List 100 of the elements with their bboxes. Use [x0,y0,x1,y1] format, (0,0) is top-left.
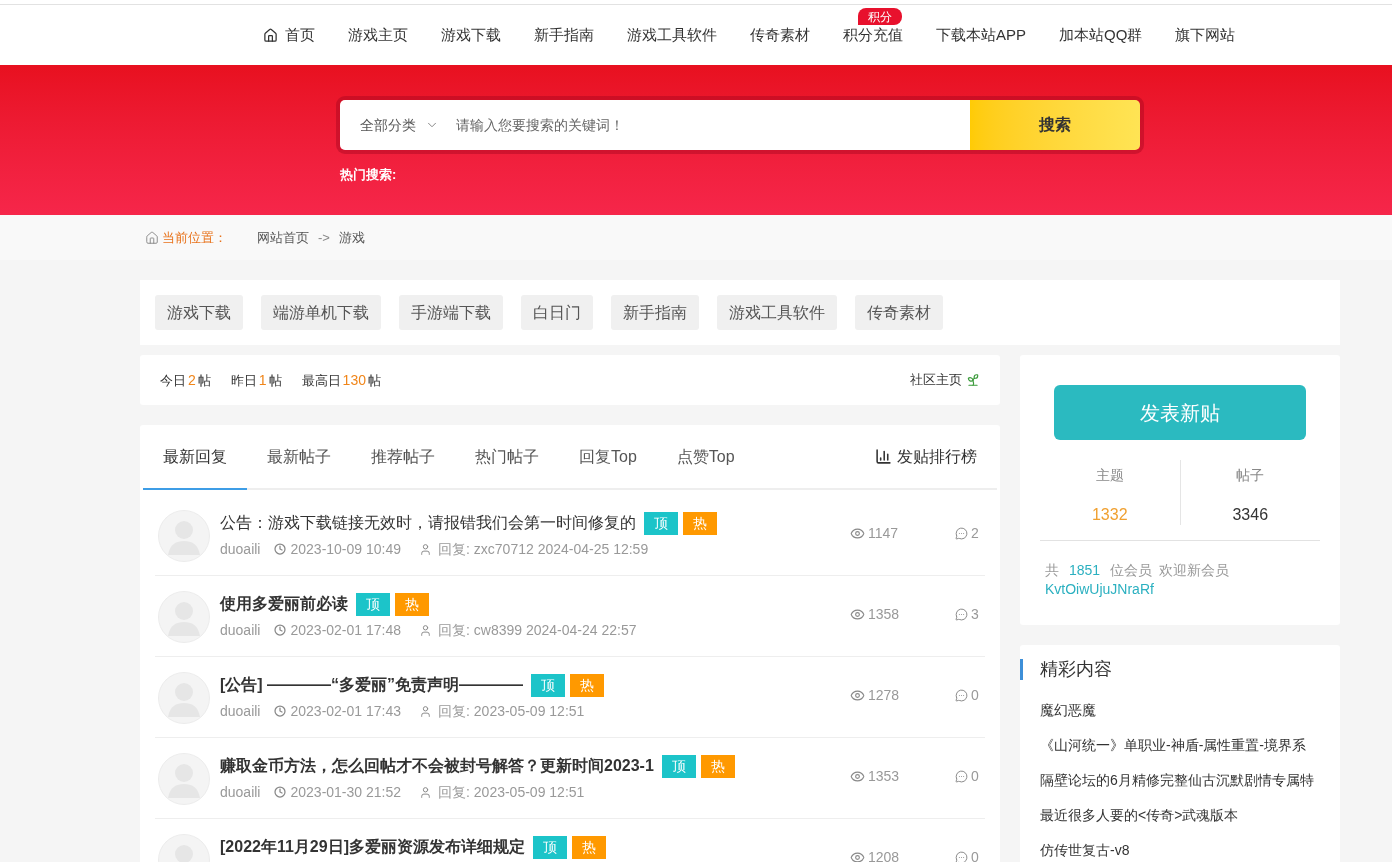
nav-link[interactable]: 首页 [263,23,315,47]
nav-link[interactable]: 积分充值 [843,23,903,47]
tab[interactable]: 最新帖子 [247,425,351,490]
ranking-link[interactable]: 发贴排行榜 [875,425,997,488]
user-icon [419,785,433,799]
eye-icon [850,525,865,541]
post-badge: 热 [395,592,429,616]
category-tag[interactable]: 游戏工具软件 [717,295,837,330]
post-title[interactable]: 赚取金币方法，怎么回帖才不会被封号解答？更新时间2023-1 [220,755,654,777]
avatar-icon [158,753,210,805]
category-tag[interactable]: 端游单机下载 [261,295,381,330]
nav-link[interactable]: 旗下网站 [1175,23,1236,47]
featured-title: 精彩内容 [1020,659,1340,680]
post-title[interactable]: [2022年11月29日]多爱丽资源发布详细规定 [220,836,525,858]
post-time: 2023-02-01 17:43 [290,701,402,721]
nav-link[interactable]: 游戏主页 [348,23,408,47]
reply-count: 2 [971,523,979,543]
featured-link[interactable]: 隔壁论坛的6月精修完整仙古沉默剧情专属特 [1040,763,1314,798]
count-label: 主题 [1095,466,1124,485]
post-count-stat: 今日 2 帖 [160,370,211,390]
tab[interactable]: 回复Top [559,425,657,490]
tab[interactable]: 点赞Top [656,425,755,490]
nav-link[interactable]: 游戏下载 [441,23,501,47]
comment-icon [955,688,968,702]
category-tag[interactable]: 游戏下载 [155,295,243,330]
comment-icon [955,769,968,783]
post-title[interactable]: [公告] ————“多爱丽”免责声明———— [220,674,524,696]
post-count-stat: 昨日 1 帖 [230,370,282,390]
post-badge: 顶 [661,754,696,778]
post-count-stat: 最高日 130帖 [301,370,381,390]
featured-link[interactable]: 最近很多人要的<传奇>武魂版本 [1040,798,1239,833]
search-button[interactable]: 搜索 [970,100,1140,150]
breadcrumb-link[interactable]: 网站首页 [257,227,309,248]
last-reply: 回复: 2023-05-09 12:51 [438,782,585,802]
community-home-link[interactable]: 社区主页 [910,370,980,390]
tab[interactable]: 热门帖子 [455,425,559,490]
nav-link[interactable]: 传奇素材 [750,23,810,47]
nav-link[interactable]: 新手指南 [534,23,594,47]
category-tag[interactable]: 新手指南 [611,295,699,330]
post-author: duoaili [220,701,261,721]
nav-link[interactable]: 加本站QQ群 [1059,23,1143,47]
count-value: 1332 [1091,505,1128,525]
comment-icon [955,607,968,621]
view-count: 1147 [868,523,899,543]
post-badge: 热 [570,673,605,697]
home-icon [145,230,159,245]
last-reply: 回复: 2023-05-09 12:51 [438,701,585,721]
post-badge: 顶 [644,511,678,535]
post-time: 2023-10-09 10:49 [290,539,402,559]
bar-chart-icon [875,448,892,465]
clock-icon [274,705,287,717]
featured-link[interactable]: 魔幻恶魔 [1040,693,1096,728]
post-author: duoaili [220,620,261,640]
home-icon [263,27,278,43]
clock-icon [274,786,287,798]
search-input[interactable]: 请输入您要搜索的关键词！ [456,100,970,150]
avatar-icon [158,510,210,562]
avatar-icon [158,591,210,643]
avatar-icon [158,672,210,724]
comment-icon [955,526,968,540]
user-icon [419,704,433,718]
category-dropdown[interactable]: 全部分类 [340,100,456,150]
eye-icon [850,768,865,784]
category-tag[interactable]: 手游端下载 [399,295,503,330]
category-tag[interactable]: 传奇素材 [855,295,943,330]
post-badge: 顶 [356,592,390,616]
post-title[interactable]: 使用多爱丽前必读 [220,593,348,615]
featured-link[interactable]: 《山河统一》单职业-神盾-属性重置-境界系 [1040,728,1306,763]
last-reply: 回复: zxc70712 2024-04-25 12:59 [438,539,649,559]
eye-icon [850,849,865,862]
sprout-icon [966,373,980,387]
comment-icon [955,850,968,862]
welcome-text: 欢迎新会员 [1159,561,1230,580]
eye-icon [850,687,865,703]
last-reply: 回复: cw8399 2024-04-24 22:57 [438,620,637,640]
post-title[interactable]: 公告：游戏下载链接无效时，请报错我们会第一时间修复的 [220,512,636,534]
reply-count: 0 [971,847,979,862]
reply-count: 3 [971,604,979,624]
nav-link[interactable]: 下载本站APP [936,23,1026,47]
tab[interactable]: 推荐帖子 [351,425,455,490]
category-tag[interactable]: 白日门 [521,295,593,330]
post-badge: 热 [571,835,606,859]
view-count: 1358 [868,604,900,624]
clock-icon [274,624,287,636]
count-label: 帖子 [1236,466,1265,485]
post-badge: 热 [700,754,735,778]
post-badge: 顶 [532,835,567,859]
featured-link[interactable]: 仿传世复古-v8 [1040,833,1130,862]
reply-count: 0 [971,685,979,705]
view-count: 1208 [868,847,900,862]
post-author: duoaili [220,539,261,559]
count-value: 3346 [1232,505,1269,525]
nav-badge: 积分 [858,8,902,25]
breadcrumb-separator: -> [318,228,330,247]
nav-link[interactable]: 游戏工具软件 [627,23,717,47]
members-suffix: 位会员 [1110,561,1153,580]
post-time: 2023-01-30 21:52 [290,782,402,802]
post-badge: 顶 [531,673,566,697]
tab[interactable]: 最新回复 [143,425,247,490]
breadcrumb-link[interactable]: 游戏 [338,227,365,248]
